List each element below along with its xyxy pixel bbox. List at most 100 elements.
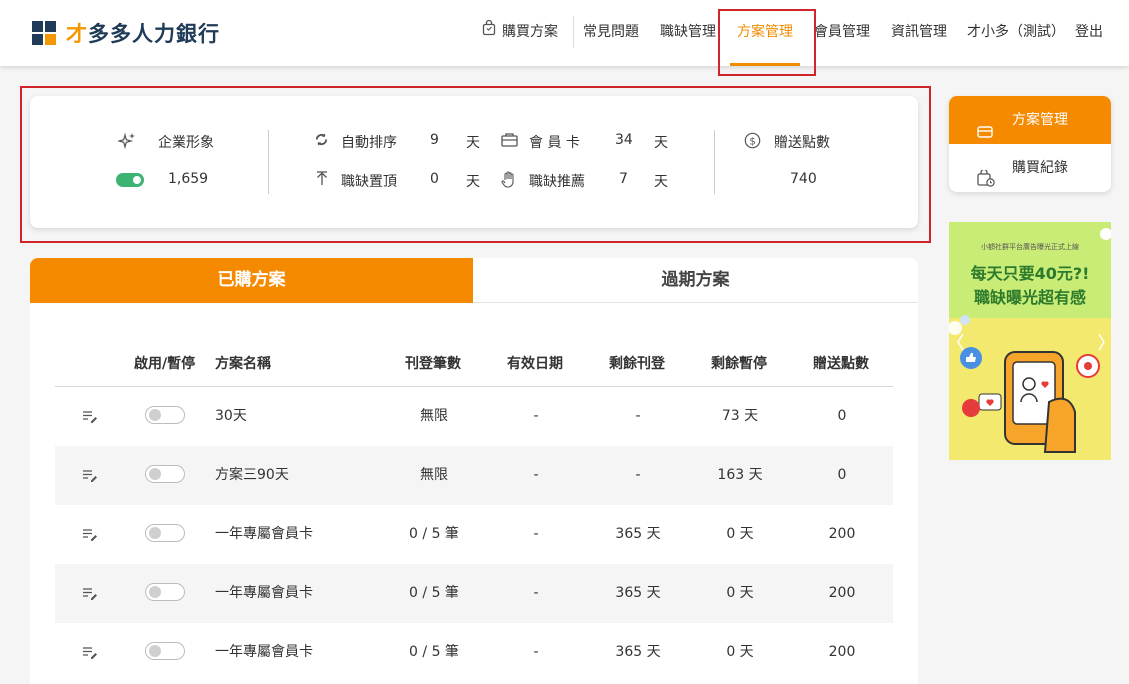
company-image-label: 企業形象	[158, 135, 214, 151]
remaining-posts: -	[635, 408, 641, 424]
company-image-value: 1,659	[168, 171, 209, 187]
edit-icon[interactable]	[82, 526, 98, 545]
arrow-up-icon	[316, 171, 328, 190]
nav-buy-plan[interactable]: 購買方案	[482, 0, 558, 66]
remaining-posts: 365 天	[615, 644, 661, 660]
nav-job-management[interactable]: 職缺管理	[660, 0, 716, 66]
sort-cycle-icon	[314, 132, 329, 151]
edit-icon[interactable]	[82, 585, 98, 604]
member-card-label: 會 員 卡	[529, 135, 580, 151]
plan-enable-toggle[interactable]	[145, 524, 185, 542]
remaining-pause: 0 天	[726, 526, 754, 542]
remaining-pause: 0 天	[726, 644, 754, 660]
remaining-pause: 0 天	[726, 585, 754, 601]
bag-clock-icon	[977, 159, 995, 192]
bonus-points: 200	[828, 644, 856, 660]
plan-side-menu: 方案管理 購買紀錄	[949, 96, 1111, 192]
job-recommend-value: 7	[619, 171, 628, 187]
bonus-points: 0	[837, 408, 847, 424]
plan-name: 30天	[215, 408, 247, 424]
tab-expired-plans[interactable]: 過期方案	[473, 258, 918, 303]
plan-tabs: 已購方案 過期方案	[30, 258, 918, 303]
active-tab-underline	[730, 63, 800, 66]
col-header-valid-date: 有效日期	[507, 356, 563, 372]
col-header-bonus-points: 贈送點數	[813, 356, 869, 372]
valid-date: -	[533, 408, 539, 424]
side-item-plan-management[interactable]: 方案管理	[949, 96, 1111, 144]
table-row: 一年專屬會員卡 0 / 5 筆 - 365 天 0 天 200	[55, 505, 893, 564]
top-header: 才多多人力銀行 購買方案 常見問題 職缺管理 方案管理 會員管理 資訊管理 才小…	[0, 0, 1129, 66]
nav-faq[interactable]: 常見問題	[583, 0, 639, 66]
col-header-remaining-pause: 剩餘暫停	[711, 356, 767, 372]
remaining-posts: 365 天	[615, 585, 661, 601]
valid-date: -	[533, 644, 539, 660]
nav-info-management[interactable]: 資訊管理	[891, 0, 947, 66]
post-count: 0 / 5 筆	[409, 526, 459, 542]
nav-plan-management[interactable]: 方案管理	[730, 0, 800, 66]
nav-logout[interactable]: 登出	[1075, 0, 1103, 66]
coin-icon: $	[744, 132, 761, 153]
edit-icon[interactable]	[82, 467, 98, 486]
table-row: 一年專屬會員卡 0 / 5 筆 - 365 天 0 天 200	[55, 623, 893, 682]
valid-date: -	[533, 526, 539, 542]
auto-sort-value: 9	[430, 132, 439, 148]
side-item-label: 購買紀錄	[1012, 160, 1068, 176]
plan-name: 方案三90天	[215, 467, 289, 483]
nav-divider	[573, 16, 574, 48]
bonus-points: 0	[837, 467, 847, 483]
plan-enable-toggle[interactable]	[145, 465, 185, 483]
tab-purchased-plans[interactable]: 已購方案	[30, 258, 473, 303]
svg-text:$: $	[749, 136, 755, 147]
plan-enable-toggle[interactable]	[145, 642, 185, 660]
post-count: 無限	[420, 408, 448, 424]
bonus-points: 200	[828, 526, 856, 542]
remaining-pause: 163 天	[717, 467, 763, 483]
post-count: 無限	[420, 467, 448, 483]
table-row: 方案三90天 無限 - - 163 天 0	[55, 446, 893, 505]
logo-text: 才多多人力銀行	[66, 22, 220, 46]
job-recommend-unit: 天	[654, 174, 668, 190]
auto-sort-unit: 天	[466, 135, 480, 151]
plan-enable-toggle[interactable]	[145, 583, 185, 601]
stats-divider-1	[268, 130, 269, 194]
bonus-points: 200	[828, 585, 856, 601]
plan-enable-toggle[interactable]	[145, 406, 185, 424]
bonus-points-label: 贈送點數	[774, 135, 830, 151]
post-count: 0 / 5 筆	[409, 585, 459, 601]
job-pin-value: 0	[430, 171, 439, 187]
valid-date: -	[533, 585, 539, 601]
company-image-toggle[interactable]	[116, 173, 144, 187]
plan-name: 一年專屬會員卡	[215, 644, 313, 660]
site-logo[interactable]: 才多多人力銀行	[32, 19, 220, 47]
shopping-bag-icon	[482, 0, 496, 64]
col-header-remaining-posts: 剩餘刊登	[609, 356, 665, 372]
nav-user-account[interactable]: 才小多（測試）	[967, 0, 1065, 66]
plan-name: 一年專屬會員卡	[215, 526, 313, 542]
remaining-posts: 365 天	[615, 526, 661, 542]
member-card-unit: 天	[654, 135, 668, 151]
nav-member-management[interactable]: 會員管理	[814, 0, 870, 66]
member-card-icon	[501, 132, 518, 151]
stats-divider-2	[714, 130, 715, 194]
edit-icon[interactable]	[82, 408, 98, 427]
table-row: 30天 無限 - - 73 天 0	[55, 387, 893, 446]
remaining-posts: -	[635, 467, 641, 483]
sparkle-icon	[116, 132, 136, 154]
member-card-value: 34	[615, 132, 633, 148]
col-header-post-count: 刊登筆數	[405, 356, 461, 372]
col-header-plan-name: 方案名稱	[215, 356, 271, 372]
plan-stats-card: 企業形象 1,659 自動排序 9 天 職缺置頂 0 天 會 員 卡 34 天 …	[30, 96, 918, 228]
promo-banner[interactable]: 小額社群平台廣告曝光正式上線 每天只要40元?! 職缺曝光超有感	[949, 222, 1111, 460]
bonus-points-value: 740	[790, 171, 817, 187]
auto-sort-label: 自動排序	[341, 135, 397, 151]
job-pin-label: 職缺置頂	[341, 174, 397, 190]
side-item-label: 方案管理	[1012, 112, 1068, 128]
valid-date: -	[533, 467, 539, 483]
remaining-pause: 73 天	[721, 408, 759, 424]
col-header-toggle: 啟用/暫停	[134, 356, 196, 372]
job-recommend-label: 職缺推薦	[529, 174, 585, 190]
side-item-purchase-record[interactable]: 購買紀錄	[949, 144, 1111, 192]
edit-icon[interactable]	[82, 644, 98, 663]
table-row: 一年專屬會員卡 0 / 5 筆 - 365 天 0 天 200	[55, 564, 893, 623]
banner-illustration	[949, 228, 1111, 453]
